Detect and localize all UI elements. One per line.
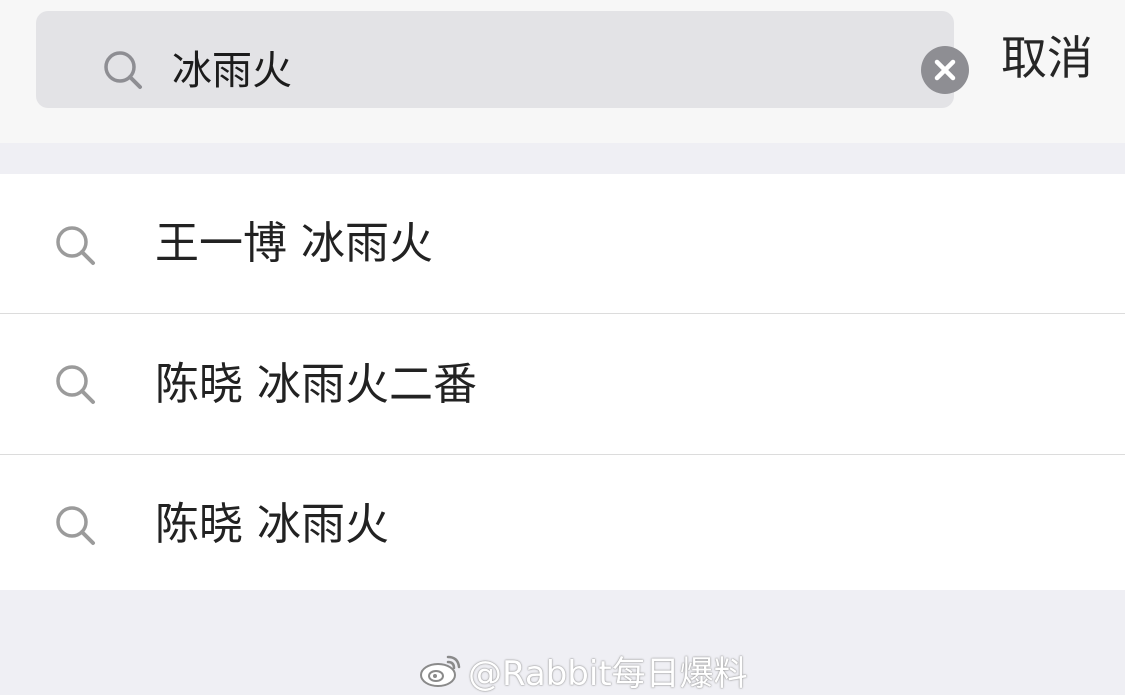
suggestion-item[interactable]: 陈晓 冰雨火二番	[0, 314, 1125, 454]
watermark: @Rabbit每日爆料	[418, 648, 748, 694]
suggestion-label: 陈晓 冰雨火	[155, 499, 389, 550]
suggestion-label: 王一博 冰雨火	[155, 218, 433, 269]
search-icon	[104, 51, 142, 89]
clear-search-button[interactable]	[921, 46, 969, 94]
search-input[interactable]: 冰雨火	[172, 44, 292, 98]
search-field[interactable]: 冰雨火	[36, 11, 969, 108]
search-header: 冰雨火 取消	[0, 0, 1125, 143]
suggestion-label: 陈晓 冰雨火二番	[155, 359, 477, 410]
weibo-logo-icon	[420, 655, 461, 687]
cancel-button[interactable]: 取消	[985, 28, 1109, 88]
suggestion-item[interactable]: 王一博 冰雨火	[0, 174, 1125, 313]
watermark-text: @Rabbit每日爆料	[468, 653, 748, 694]
suggestion-item[interactable]: 陈晓 冰雨火	[0, 455, 1125, 590]
search-icon	[56, 506, 95, 545]
close-icon	[934, 59, 956, 81]
search-icon	[56, 226, 95, 265]
suggestion-list: 王一博 冰雨火 陈晓 冰雨火二番 陈晓 冰雨火	[0, 174, 1125, 590]
search-icon	[56, 365, 95, 404]
